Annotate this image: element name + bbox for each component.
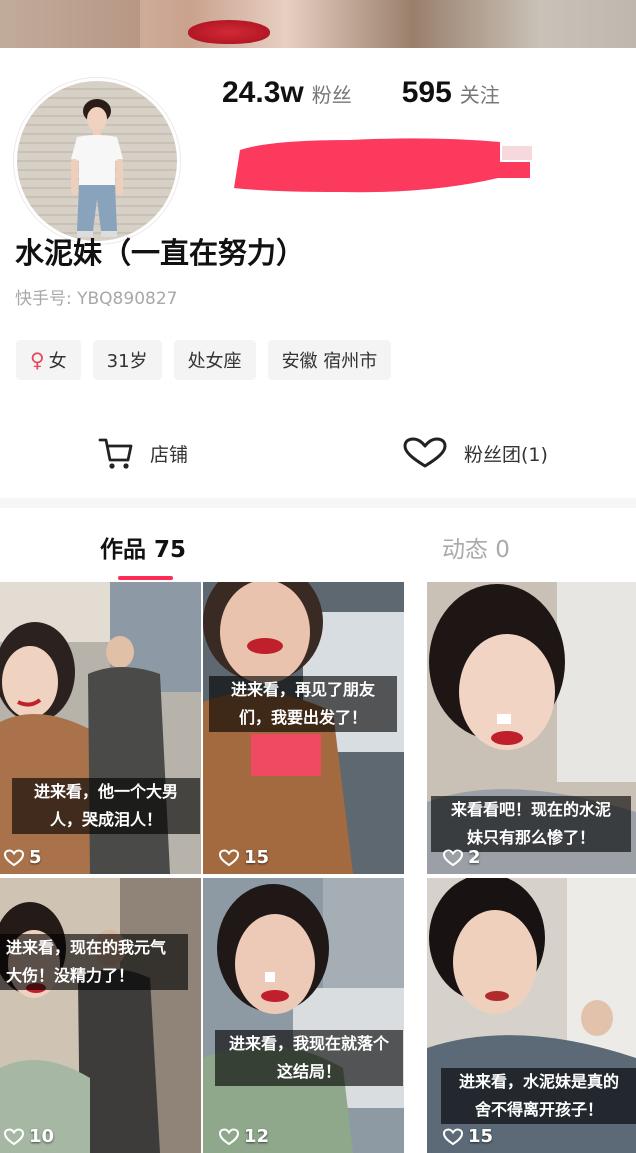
tag-gender: ♀ 女: [16, 340, 81, 380]
profile-tags: ♀ 女 31岁 处女座 安徽 宿州市: [16, 340, 392, 380]
female-symbol-icon: ♀: [30, 348, 45, 372]
heart-icon: [403, 437, 447, 468]
active-tab-indicator: [118, 576, 173, 580]
like-count: 12: [219, 1126, 269, 1147]
caption-line: 人，哭成泪人！: [49, 810, 162, 829]
fan-group-button[interactable]: 粉丝团(1): [402, 428, 548, 478]
like-count-value: 15: [244, 847, 270, 868]
like-count: 15: [443, 1126, 493, 1147]
tab-moments[interactable]: 动态 0: [442, 530, 510, 564]
heart-outline-icon: [443, 848, 463, 866]
heart-outline-icon: [4, 1127, 24, 1145]
like-count: 10: [4, 1126, 54, 1147]
caption-line: 进来看，我现在就落个: [228, 1034, 389, 1053]
video-thumbnail[interactable]: 进来看，他一个大男 人，哭成泪人！ 5: [0, 582, 201, 874]
caption-line: 舍不得离开孩子！: [474, 1100, 603, 1119]
heart-outline-icon: [4, 848, 24, 866]
tag-location-label: 安徽 宿州市: [281, 351, 378, 372]
content-tabs: 作品 75 动态 0: [0, 508, 636, 582]
video-caption: 进来看，水泥妹是真的 舍不得离开孩子！: [441, 1068, 636, 1124]
cart-icon: [98, 438, 133, 469]
like-count-value: 5: [29, 847, 42, 868]
caption-line: 们，我要出发了！: [238, 708, 367, 727]
video-thumbnail[interactable]: 进来看，我现在就落个 这结局！ 12: [203, 878, 404, 1153]
following-count[interactable]: 595: [402, 76, 452, 110]
video-thumbnail[interactable]: 进来看，再见了朋友 们，我要出发了！ 15: [203, 582, 404, 874]
shop-label: 店铺: [150, 443, 189, 466]
action-row: 店铺 粉丝团(1): [0, 428, 636, 478]
profile-header: 24.3w 粉丝 595 关注 水泥妹（一直在努力） 快手号: YBQ89082…: [0, 48, 636, 498]
tag-age: 31岁: [92, 340, 162, 380]
fan-group-label: 粉丝团(1): [464, 443, 548, 466]
like-count-value: 2: [468, 847, 481, 868]
kuaishou-id: 快手号: YBQ890827: [15, 289, 178, 309]
video-caption: 来看看吧！现在的水泥 妹只有那么惨了！: [431, 796, 631, 852]
caption-line: 这结局！: [276, 1062, 341, 1081]
tag-zodiac-label: 处女座: [187, 351, 242, 372]
video-caption: 进来看，他一个大男 人，哭成泪人！: [12, 778, 200, 834]
tag-gender-label: 女: [48, 351, 67, 372]
like-count-value: 15: [468, 1126, 494, 1147]
video-caption: 进来看，我现在就落个 这结局！: [215, 1030, 403, 1086]
tag-age-label: 31岁: [106, 351, 148, 372]
like-count: 5: [4, 847, 42, 868]
heart-outline-icon: [443, 1127, 463, 1145]
profile-stats: 24.3w 粉丝 595 关注: [222, 76, 500, 116]
caption-line: 进来看，再见了朋友: [230, 680, 375, 699]
tab-works[interactable]: 作品 75: [100, 530, 186, 564]
profile-cover-image: [0, 0, 636, 48]
caption-line: 大伤！没精力了！: [6, 966, 135, 985]
heart-outline-icon: [219, 848, 239, 866]
video-caption: 进来看，再见了朋友 们，我要出发了！: [209, 676, 397, 732]
section-divider: [0, 498, 636, 508]
like-count: 2: [443, 847, 481, 868]
following-label[interactable]: 关注: [460, 79, 500, 108]
tag-zodiac: 处女座: [173, 340, 256, 380]
video-thumbnail[interactable]: 进来看，现在的我元气 大伤！没精力了！ 10: [0, 878, 201, 1153]
video-caption: 进来看，现在的我元气 大伤！没精力了！: [0, 934, 188, 990]
video-thumbnail[interactable]: 来看看吧！现在的水泥 妹只有那么惨了！ 2: [427, 582, 636, 874]
like-count: 15: [219, 847, 269, 868]
followers-label[interactable]: 粉丝: [312, 79, 352, 108]
shop-button[interactable]: 店铺: [98, 428, 188, 478]
caption-line: 进来看，他一个大男: [33, 782, 178, 801]
like-count-value: 12: [244, 1126, 270, 1147]
redacted-follow-button: [234, 138, 532, 193]
caption-line: 进来看，现在的我元气: [6, 938, 167, 957]
heart-outline-icon: [219, 1127, 239, 1145]
nickname: 水泥妹（一直在努力）: [15, 236, 306, 270]
caption-line: 来看看吧！现在的水泥: [450, 800, 611, 819]
avatar[interactable]: [14, 78, 180, 244]
like-count-value: 10: [29, 1126, 55, 1147]
followers-count[interactable]: 24.3w: [222, 76, 304, 110]
caption-line: 进来看，水泥妹是真的: [458, 1072, 619, 1091]
video-thumbnail[interactable]: 进来看，水泥妹是真的 舍不得离开孩子！ 15: [427, 878, 636, 1153]
video-grid: 进来看，他一个大男 人，哭成泪人！ 5 进来看，再见了朋友 们，我要出发了！ 1…: [0, 582, 636, 1153]
tag-location: 安徽 宿州市: [267, 340, 392, 380]
